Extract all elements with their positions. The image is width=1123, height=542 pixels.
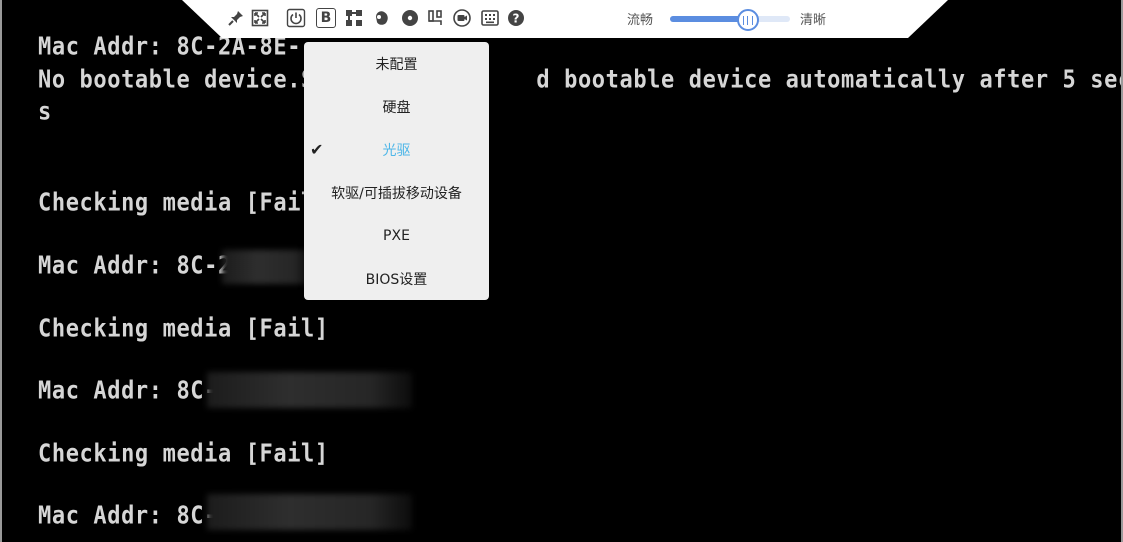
redaction-blur — [207, 494, 412, 530]
kvm-toolbar: B ? 流畅 清晰 — [182, 0, 948, 38]
quality-slider-thumb[interactable] — [737, 9, 759, 31]
help-icon[interactable]: ? — [506, 8, 526, 28]
menu-item-bios-setup[interactable]: BIOS设置 — [304, 257, 489, 300]
cd-icon[interactable] — [400, 8, 420, 28]
terminal-line: Checking media [Fail — [38, 189, 315, 217]
menu-item-label: BIOS设置 — [365, 271, 428, 288]
redaction-blur — [222, 250, 312, 284]
pin-icon[interactable] — [226, 8, 246, 28]
terminal-line: s — [38, 98, 52, 126]
menu-item-label: 软驱/可插拔移动设备 — [331, 185, 462, 202]
remote-console-screen[interactable]: Mac Addr: 8C-2A-8E- No bootable device.S… — [0, 0, 1123, 542]
menu-item-removable-device[interactable]: 软驱/可插拔移动设备 — [304, 171, 489, 214]
quality-slider[interactable] — [670, 16, 790, 22]
redaction-blur — [207, 372, 412, 408]
mouse-icon[interactable] — [372, 8, 392, 28]
network-icon[interactable] — [344, 8, 364, 28]
menu-item-pxe[interactable]: PXE — [304, 214, 489, 257]
power-icon[interactable] — [286, 8, 306, 28]
menu-item-label: 光驱 — [382, 142, 411, 159]
menu-item-label: 未配置 — [375, 56, 418, 73]
menu-item-hard-disk[interactable]: 硬盘 — [304, 85, 489, 128]
terminal-line: Checking media [Fail] — [38, 440, 329, 468]
terminal-line: Mac Addr: 8C- — [38, 502, 218, 530]
terminal-line: Mac Addr: 8C- — [38, 377, 218, 405]
usb-icon[interactable] — [426, 8, 446, 28]
quality-high-label: 清晰 — [800, 13, 827, 28]
terminal-line: Mac Addr: 8C-2 — [38, 252, 232, 280]
fullscreen-icon[interactable] — [250, 8, 270, 28]
terminal-line: No bootable device.S d bootable device a… — [38, 66, 1123, 94]
menu-item-unconfigured[interactable]: 未配置 — [304, 42, 489, 85]
b-icon[interactable]: B — [316, 8, 336, 28]
svg-text:?: ? — [513, 12, 520, 26]
keyboard-icon[interactable] — [480, 8, 500, 28]
menu-item-label: 硬盘 — [382, 99, 411, 116]
checkmark-icon: ✔ — [310, 140, 324, 159]
menu-item-cdrom[interactable]: ✔ 光驱 — [304, 128, 489, 171]
boot-device-menu: 未配置 硬盘 ✔ 光驱 软驱/可插拔移动设备 PXE BIOS设置 — [304, 42, 489, 300]
menu-item-label: PXE — [383, 227, 410, 244]
record-icon[interactable] — [452, 8, 472, 28]
terminal-line: Checking media [Fail] — [38, 315, 329, 343]
quality-low-label: 流畅 — [627, 13, 654, 28]
